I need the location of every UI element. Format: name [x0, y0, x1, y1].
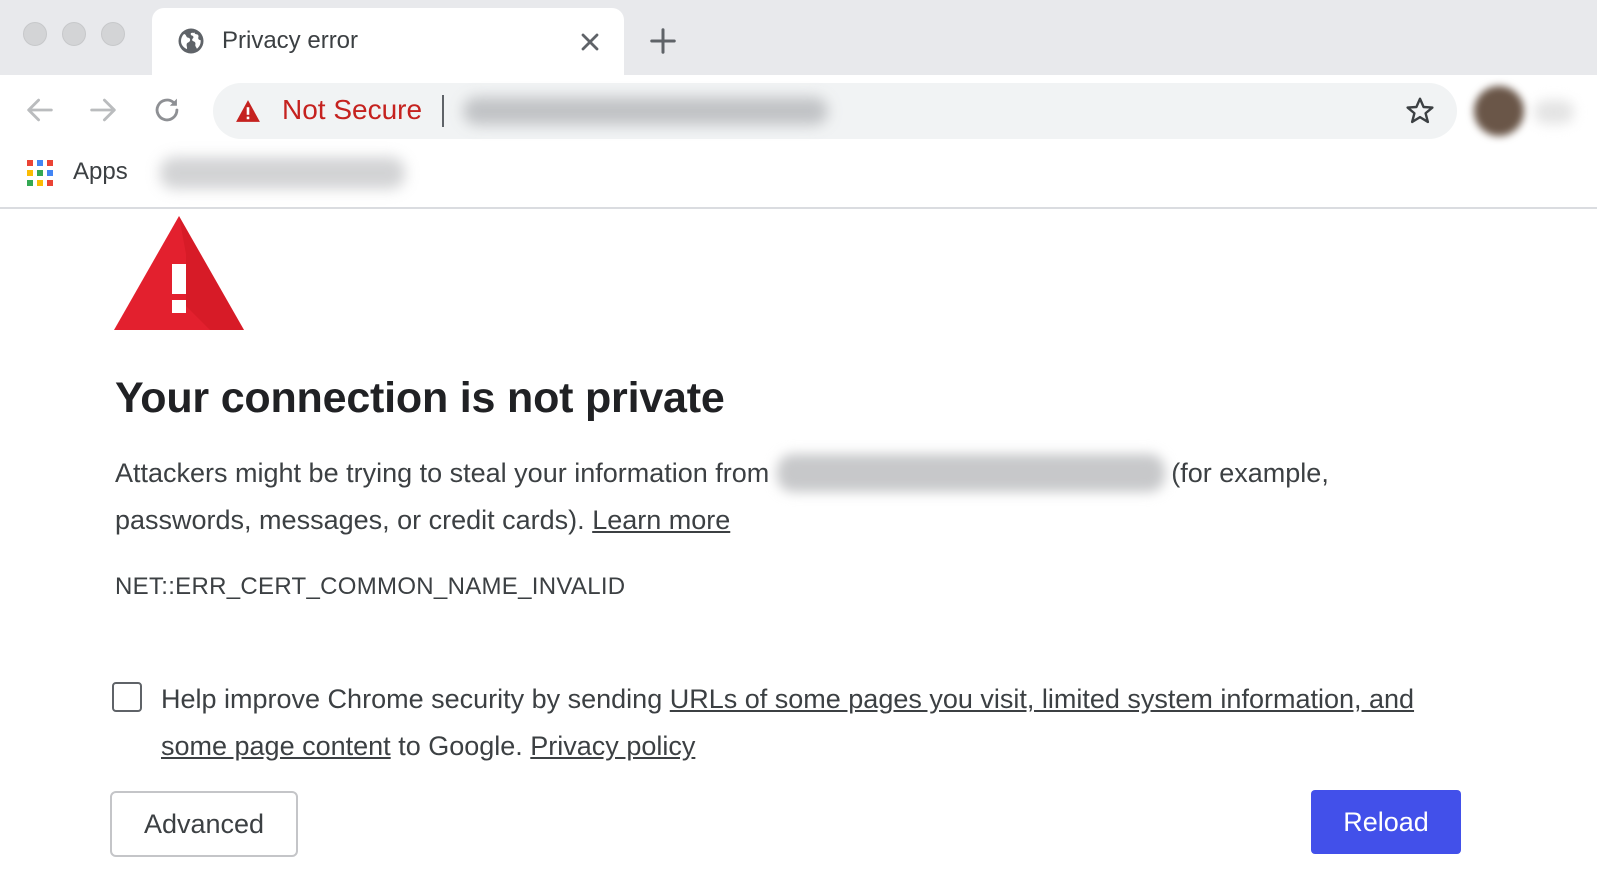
close-icon[interactable]: [576, 28, 604, 56]
arrow-right-icon[interactable]: [86, 93, 120, 127]
bookmark-item-redacted[interactable]: [160, 157, 405, 189]
window-close-button[interactable]: [23, 22, 47, 46]
explanation-start: Attackers might be trying to steal your …: [115, 458, 770, 488]
reload-icon[interactable]: [150, 93, 184, 127]
security-status-label[interactable]: Not Secure: [282, 94, 422, 126]
reload-button[interactable]: Reload: [1311, 790, 1461, 854]
url-text-redacted[interactable]: [463, 97, 828, 125]
profile-avatar[interactable]: [1474, 86, 1524, 136]
advanced-button[interactable]: Advanced: [110, 791, 298, 857]
extension-icon-redacted[interactable]: [1534, 100, 1574, 124]
page-title: Your connection is not private: [115, 374, 725, 422]
warning-triangle-icon: [114, 216, 244, 330]
window-minimize-button[interactable]: [62, 22, 86, 46]
explanation-text: Attackers might be trying to steal your …: [115, 450, 1435, 544]
tab-privacy-error[interactable]: Privacy error: [152, 8, 624, 75]
apps-bookmark[interactable]: Apps: [73, 158, 128, 186]
window-zoom-button[interactable]: [101, 22, 125, 46]
tab-title: Privacy error: [222, 27, 359, 54]
bookmarks-bar: Apps: [0, 145, 1597, 209]
globe-icon: [178, 28, 204, 54]
help-improve-text: Help improve Chrome security by sending …: [161, 676, 1451, 770]
arrow-left-icon[interactable]: [23, 93, 57, 127]
privacy-policy-link[interactable]: Privacy policy: [530, 731, 695, 761]
optin-mid: to Google.: [398, 731, 523, 761]
help-improve-checkbox[interactable]: [112, 682, 142, 712]
star-icon[interactable]: [1404, 95, 1436, 127]
address-separator: [442, 95, 444, 127]
tab-strip: Privacy error: [0, 0, 1597, 75]
warning-triangle-icon[interactable]: [235, 99, 261, 123]
apps-grid-icon[interactable]: [26, 159, 54, 187]
learn-more-link[interactable]: Learn more: [592, 505, 730, 535]
optin-prefix: Help improve Chrome security by sending: [161, 684, 663, 714]
address-bar[interactable]: Not Secure: [213, 83, 1457, 139]
toolbar: Not Secure: [0, 75, 1597, 145]
hostname-redacted: [777, 454, 1166, 492]
plus-icon[interactable]: [648, 26, 678, 56]
error-code: NET::ERR_CERT_COMMON_NAME_INVALID: [115, 573, 626, 600]
